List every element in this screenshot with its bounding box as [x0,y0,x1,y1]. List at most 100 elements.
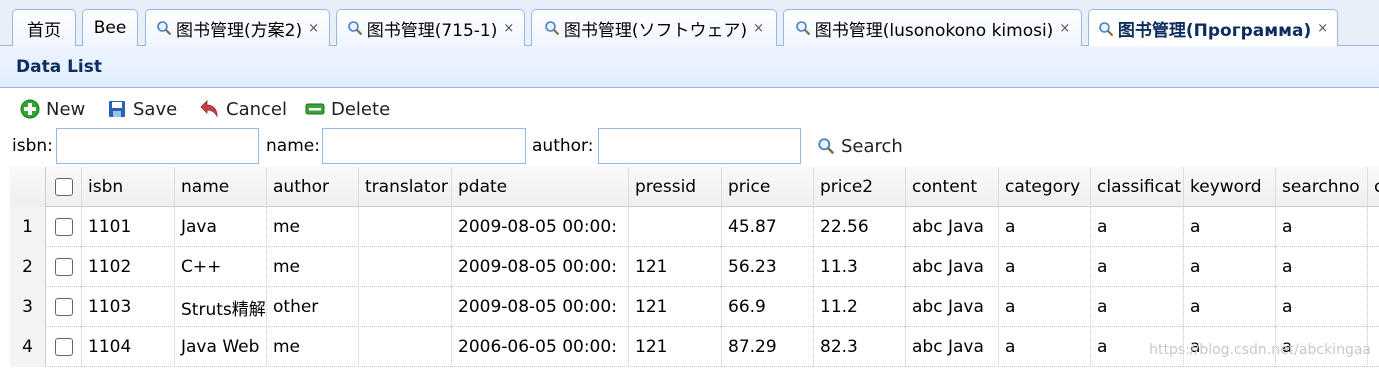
row-checkbox[interactable] [54,298,73,316]
column-header-c[interactable]: c [1368,167,1379,207]
table-cell-pressid[interactable]: 121 [629,287,722,327]
table-cell-name[interactable]: Java Web [175,327,267,367]
table-cell-c[interactable] [1368,287,1379,327]
table-cell-pdate[interactable]: 2009-08-05 00:00: [452,247,629,287]
table-cell-pressid[interactable]: 121 [629,327,722,367]
table-cell-keyword[interactable]: a [1184,207,1276,247]
tab-label: Bee [93,18,127,38]
table-cell-classificat[interactable]: a [1091,287,1184,327]
table-cell-category[interactable]: a [999,247,1091,287]
table-cell-category[interactable]: a [999,287,1091,327]
table-cell-pdate[interactable]: 2009-08-05 00:00: [452,207,629,247]
column-header-author[interactable]: author [267,167,359,207]
column-header-pdate[interactable]: pdate [452,167,629,207]
table-cell-price[interactable]: 87.29 [722,327,814,367]
close-icon[interactable]: × [503,21,514,36]
table-cell-keyword[interactable]: a [1184,287,1276,327]
search-icon [347,21,362,36]
cancel-button[interactable]: Cancel [198,92,287,126]
name-input[interactable] [322,128,526,164]
search-button-label: Search [841,135,903,157]
table-cell-price2[interactable]: 11.2 [814,287,906,327]
close-icon[interactable]: × [1059,21,1070,36]
delete-icon [305,103,325,115]
table-row[interactable]: 3 1103 Struts精解 other 2009-08-05 00:00: 121 66… [10,287,1379,327]
column-header-content[interactable]: content [906,167,999,207]
row-checkbox-cell [46,287,82,327]
column-header-classificat[interactable]: classificat [1091,167,1184,207]
table-cell-content[interactable]: abc Java [906,327,999,367]
column-header-name[interactable]: name [175,167,267,207]
table-cell-c[interactable] [1368,207,1379,247]
table-cell-searchno[interactable]: a [1276,287,1368,327]
table-cell-isbn[interactable]: 1102 [82,247,175,287]
tab-book-management-programma[interactable]: 图书管理(Программа) × [1088,9,1338,47]
table-cell-author[interactable]: me [267,207,359,247]
column-header-keyword[interactable]: keyword [1184,167,1276,207]
table-cell-searchno[interactable]: a [1276,207,1368,247]
new-button-label: New [46,98,86,120]
tab-home[interactable]: 首页 [12,9,76,46]
select-all-checkbox[interactable] [54,178,73,196]
tab-book-management-software[interactable]: 图书管理(ソフトウェア) × [531,9,777,46]
table-cell-translator[interactable] [359,287,452,327]
table-cell-price2[interactable]: 22.56 [814,207,906,247]
column-header-price[interactable]: price [722,167,814,207]
tab-bee[interactable]: Bee [82,9,138,46]
close-icon[interactable]: × [308,21,319,36]
table-cell-content[interactable]: abc Java [906,207,999,247]
isbn-input[interactable] [56,128,259,164]
table-cell-translator[interactable] [359,247,452,287]
column-header-category[interactable]: category [999,167,1091,207]
tab-book-management-lusonokono[interactable]: 图书管理(lusonokono kimosi) × [783,9,1082,46]
table-cell-name[interactable]: Java [175,207,267,247]
column-header-searchno[interactable]: searchno [1276,167,1368,207]
close-icon[interactable]: × [1317,21,1328,36]
table-cell-price[interactable]: 66.9 [722,287,814,327]
table-cell-name[interactable]: Struts精解 [175,287,267,327]
table-cell-pressid[interactable] [629,207,722,247]
table-cell-author[interactable]: me [267,327,359,367]
table-cell-author[interactable]: me [267,247,359,287]
table-cell-isbn[interactable]: 1104 [82,327,175,367]
column-header-translator[interactable]: translator [359,167,452,207]
row-checkbox[interactable] [54,218,73,236]
search-button[interactable]: Search [817,127,903,165]
row-checkbox[interactable] [54,258,73,276]
author-input[interactable] [598,128,801,164]
table-cell-price[interactable]: 56.23 [722,247,814,287]
table-cell-isbn[interactable]: 1101 [82,207,175,247]
row-checkbox[interactable] [54,338,73,356]
table-cell-content[interactable]: abc Java [906,247,999,287]
table-cell-name[interactable]: C++ [175,247,267,287]
table-cell-translator[interactable] [359,327,452,367]
table-cell-content[interactable]: abc Java [906,287,999,327]
table-cell-pressid[interactable]: 121 [629,247,722,287]
table-cell-price2[interactable]: 82.3 [814,327,906,367]
column-header-price2[interactable]: price2 [814,167,906,207]
table-cell-c[interactable] [1368,247,1379,287]
table-cell-isbn[interactable]: 1103 [82,287,175,327]
close-icon[interactable]: × [753,21,764,36]
table-cell-category[interactable]: a [999,207,1091,247]
table-cell-keyword[interactable]: a [1184,247,1276,287]
table-cell-searchno[interactable]: a [1276,247,1368,287]
table-cell-price[interactable]: 45.87 [722,207,814,247]
table-cell-classificat[interactable]: a [1091,207,1184,247]
new-button[interactable]: New [20,92,85,126]
table-cell-classificat[interactable]: a [1091,247,1184,287]
table-cell-translator[interactable] [359,207,452,247]
tab-book-management-2[interactable]: 图书管理(方案2) × [145,9,330,46]
table-row[interactable]: 1 1101 Java me 2009-08-05 00:00: 45.87 22.56 ab… [10,207,1379,247]
column-header-isbn[interactable]: isbn [82,167,175,207]
table-cell-pdate[interactable]: 2006-06-05 00:00: [452,327,629,367]
table-row[interactable]: 2 1102 C++ me 2009-08-05 00:00: 121 56.23 11.3 a… [10,247,1379,287]
table-cell-category[interactable]: a [999,327,1091,367]
table-cell-pdate[interactable]: 2009-08-05 00:00: [452,287,629,327]
table-cell-author[interactable]: other [267,287,359,327]
column-header-pressid[interactable]: pressid [629,167,722,207]
delete-button[interactable]: Delete [305,92,390,126]
save-button[interactable]: Save [107,92,177,126]
tab-book-management-715[interactable]: 图书管理(715-1) × [336,9,525,46]
table-cell-price2[interactable]: 11.3 [814,247,906,287]
